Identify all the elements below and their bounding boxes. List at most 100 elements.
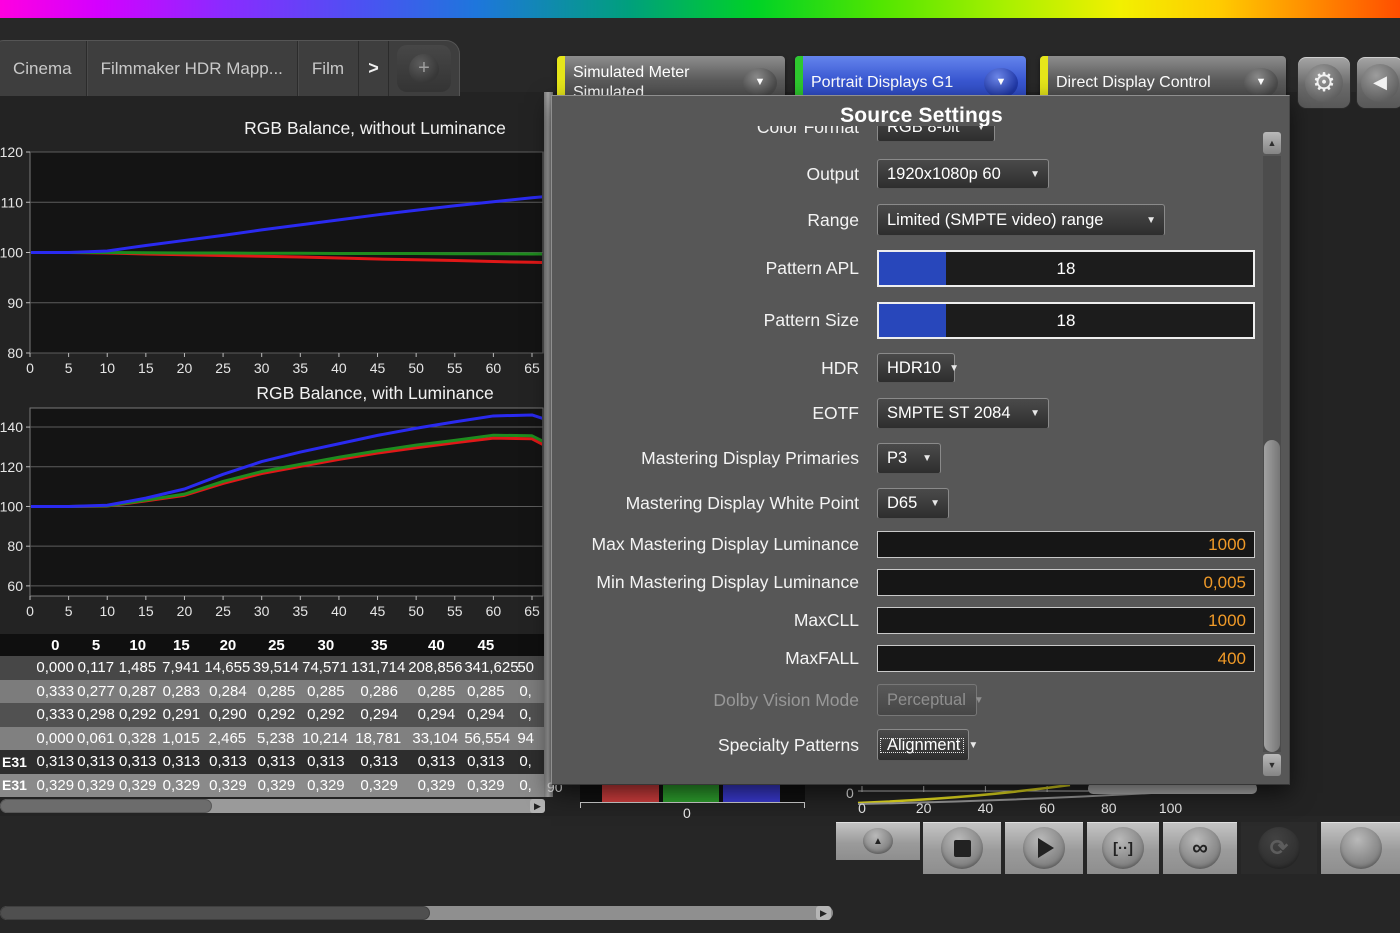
hdr-dropdown[interactable]: HDR10▼ bbox=[877, 353, 955, 383]
specialty-dropdown[interactable]: Alignment▼ bbox=[877, 729, 969, 761]
column-header: 40 bbox=[407, 637, 465, 654]
column-header: 10 bbox=[116, 637, 159, 654]
svg-text:15: 15 bbox=[138, 603, 154, 619]
collapse-panel-button[interactable]: ◀ bbox=[1356, 56, 1400, 109]
svg-text:40: 40 bbox=[331, 360, 347, 376]
gamma-xtick-label: 100 bbox=[1159, 800, 1183, 816]
add-tab-button[interactable]: + bbox=[397, 45, 451, 92]
table-row: E310,3290,3290,3290,3290,3290,3290,3290,… bbox=[0, 774, 545, 798]
output-dropdown[interactable]: 1920x1080p 60▼ bbox=[877, 159, 1049, 189]
svg-text:10: 10 bbox=[99, 603, 115, 619]
table-cell: 0,294 bbox=[465, 706, 506, 723]
table-cell: 2,465 bbox=[203, 730, 251, 747]
setting-row-eotf: EOTFSMPTE ST 2084▼ bbox=[552, 398, 1262, 429]
tab-cinema[interactable]: Cinema bbox=[0, 41, 87, 96]
table-cell: 0,287 bbox=[116, 683, 159, 700]
row-label: E31 bbox=[0, 754, 35, 770]
table-cell: 0,284 bbox=[204, 683, 252, 700]
chevron-down-icon: ▼ bbox=[928, 498, 948, 509]
table-row: 0,3330,2980,2920,2910,2900,2920,2920,294… bbox=[0, 703, 545, 727]
table-cell: 5,238 bbox=[252, 730, 300, 747]
maxcll-input[interactable]: 1000 bbox=[877, 607, 1255, 634]
pattern-panel-up-button[interactable]: ▲ bbox=[836, 822, 920, 860]
svg-text:30: 30 bbox=[254, 360, 270, 376]
scroll-up-icon[interactable]: ▲ bbox=[1263, 132, 1281, 154]
column-header: 5 bbox=[76, 637, 117, 654]
loop-infinite-button[interactable]: ∞ bbox=[1163, 822, 1237, 874]
chevron-down-icon: ▼ bbox=[1028, 169, 1048, 180]
stop-button[interactable] bbox=[923, 822, 1001, 874]
tab-overflow-button[interactable]: > bbox=[359, 41, 389, 96]
table-cell: 14,655 bbox=[203, 659, 251, 676]
record-button[interactable] bbox=[1321, 822, 1400, 874]
table-cell: 0,292 bbox=[116, 706, 159, 723]
settings-button[interactable]: ⚙ bbox=[1297, 56, 1351, 109]
svg-text:50: 50 bbox=[408, 360, 424, 376]
mastering-primaries-dropdown[interactable]: P3▼ bbox=[877, 443, 941, 474]
table-horizontal-scrollbar[interactable]: ▶ bbox=[0, 799, 545, 813]
table-cell: 0,329 bbox=[407, 777, 465, 794]
chevron-down-icon: ▼ bbox=[1028, 408, 1048, 419]
svg-text:80: 80 bbox=[7, 538, 23, 554]
scroll-right-icon[interactable]: ▶ bbox=[816, 906, 831, 920]
table-cell: 0,329 bbox=[204, 777, 252, 794]
range-dropdown[interactable]: Limited (SMPTE video) range▼ bbox=[877, 204, 1165, 236]
table-cell: 7,941 bbox=[159, 659, 203, 676]
table-cell: 0,277 bbox=[76, 683, 117, 700]
tab-filmmaker-hdr-mapp-[interactable]: Filmmaker HDR Mapp... bbox=[87, 41, 298, 96]
max-mdl-input[interactable]: 1000 bbox=[877, 531, 1255, 558]
svg-text:30: 30 bbox=[254, 603, 270, 619]
scrollbar-thumb[interactable] bbox=[0, 799, 212, 813]
tab-film[interactable]: Film bbox=[298, 41, 359, 96]
setting-row-maxfall: MaxFALL400 bbox=[552, 645, 1262, 672]
loop-infinite-icon: ∞ bbox=[1179, 827, 1221, 869]
svg-text:55: 55 bbox=[447, 360, 463, 376]
svg-text:10: 10 bbox=[99, 360, 115, 376]
pattern-apl-slider[interactable]: 18 bbox=[877, 250, 1255, 287]
table-cell: 0,313 bbox=[301, 753, 351, 770]
pattern-horizontal-scrollbar[interactable]: ▶ bbox=[0, 906, 833, 920]
svg-text:60: 60 bbox=[486, 603, 502, 619]
setting-row-min-mdl: Min Mastering Display Luminance0,005 bbox=[552, 569, 1262, 596]
chevron-down-icon: ▼ bbox=[984, 68, 1018, 98]
svg-text:100: 100 bbox=[0, 498, 23, 514]
scrollbar-thumb[interactable] bbox=[0, 906, 430, 920]
table-cell: 0,117 bbox=[76, 659, 117, 676]
svg-text:65: 65 bbox=[524, 360, 540, 376]
refresh-button[interactable]: ⟳ bbox=[1241, 822, 1317, 874]
top-bar: CinemaFilmmaker HDR Mapp...Film> + Simul… bbox=[0, 18, 1400, 92]
table-cell: 0,333 bbox=[35, 683, 76, 700]
row-label: E31 bbox=[0, 777, 35, 793]
source-chip-label: Portrait Displays G1 bbox=[803, 73, 984, 93]
column-header: 15 bbox=[159, 637, 204, 654]
scrollbar-thumb[interactable] bbox=[1264, 440, 1280, 752]
table-cell: 0, bbox=[506, 683, 545, 700]
setting-row-hdr: HDR HDR10▼ bbox=[552, 353, 1262, 383]
pattern-size-slider[interactable]: 18 bbox=[877, 302, 1255, 339]
slider-value: 18 bbox=[879, 252, 1253, 285]
setting-row-output: Output1920x1080p 60▼ bbox=[552, 159, 1262, 189]
table-cell: 39,514 bbox=[252, 659, 300, 676]
dropdown-value: P3 bbox=[878, 449, 920, 468]
table-cell: 0,283 bbox=[159, 683, 204, 700]
min-mdl-input[interactable]: 0,005 bbox=[877, 569, 1255, 596]
scroll-right-icon[interactable]: ▶ bbox=[530, 799, 545, 813]
table-cell: 1,485 bbox=[116, 659, 159, 676]
svg-text:90: 90 bbox=[7, 295, 23, 311]
svg-text:45: 45 bbox=[370, 360, 386, 376]
setting-label: Pattern Size bbox=[562, 302, 859, 339]
slider-value: 18 bbox=[879, 304, 1253, 337]
marker-range-button[interactable]: [··] bbox=[1087, 822, 1159, 874]
table-cell: 0,285 bbox=[465, 683, 506, 700]
maxfall-input[interactable]: 400 bbox=[877, 645, 1255, 672]
setting-row-mastering-primaries: Mastering Display PrimariesP3▼ bbox=[552, 443, 1262, 474]
setting-label: HDR bbox=[562, 353, 859, 383]
column-header: 45 bbox=[465, 637, 506, 654]
mastering-white-dropdown[interactable]: D65▼ bbox=[877, 488, 949, 519]
scroll-down-icon[interactable]: ▼ bbox=[1263, 754, 1281, 776]
dialog-scrollbar[interactable]: ▲ ▼ bbox=[1263, 132, 1281, 776]
eotf-dropdown[interactable]: SMPTE ST 2084▼ bbox=[877, 398, 1049, 429]
play-button[interactable] bbox=[1005, 822, 1083, 874]
table-cell: 0,329 bbox=[35, 777, 76, 794]
setting-label: Pattern APL bbox=[562, 250, 859, 287]
